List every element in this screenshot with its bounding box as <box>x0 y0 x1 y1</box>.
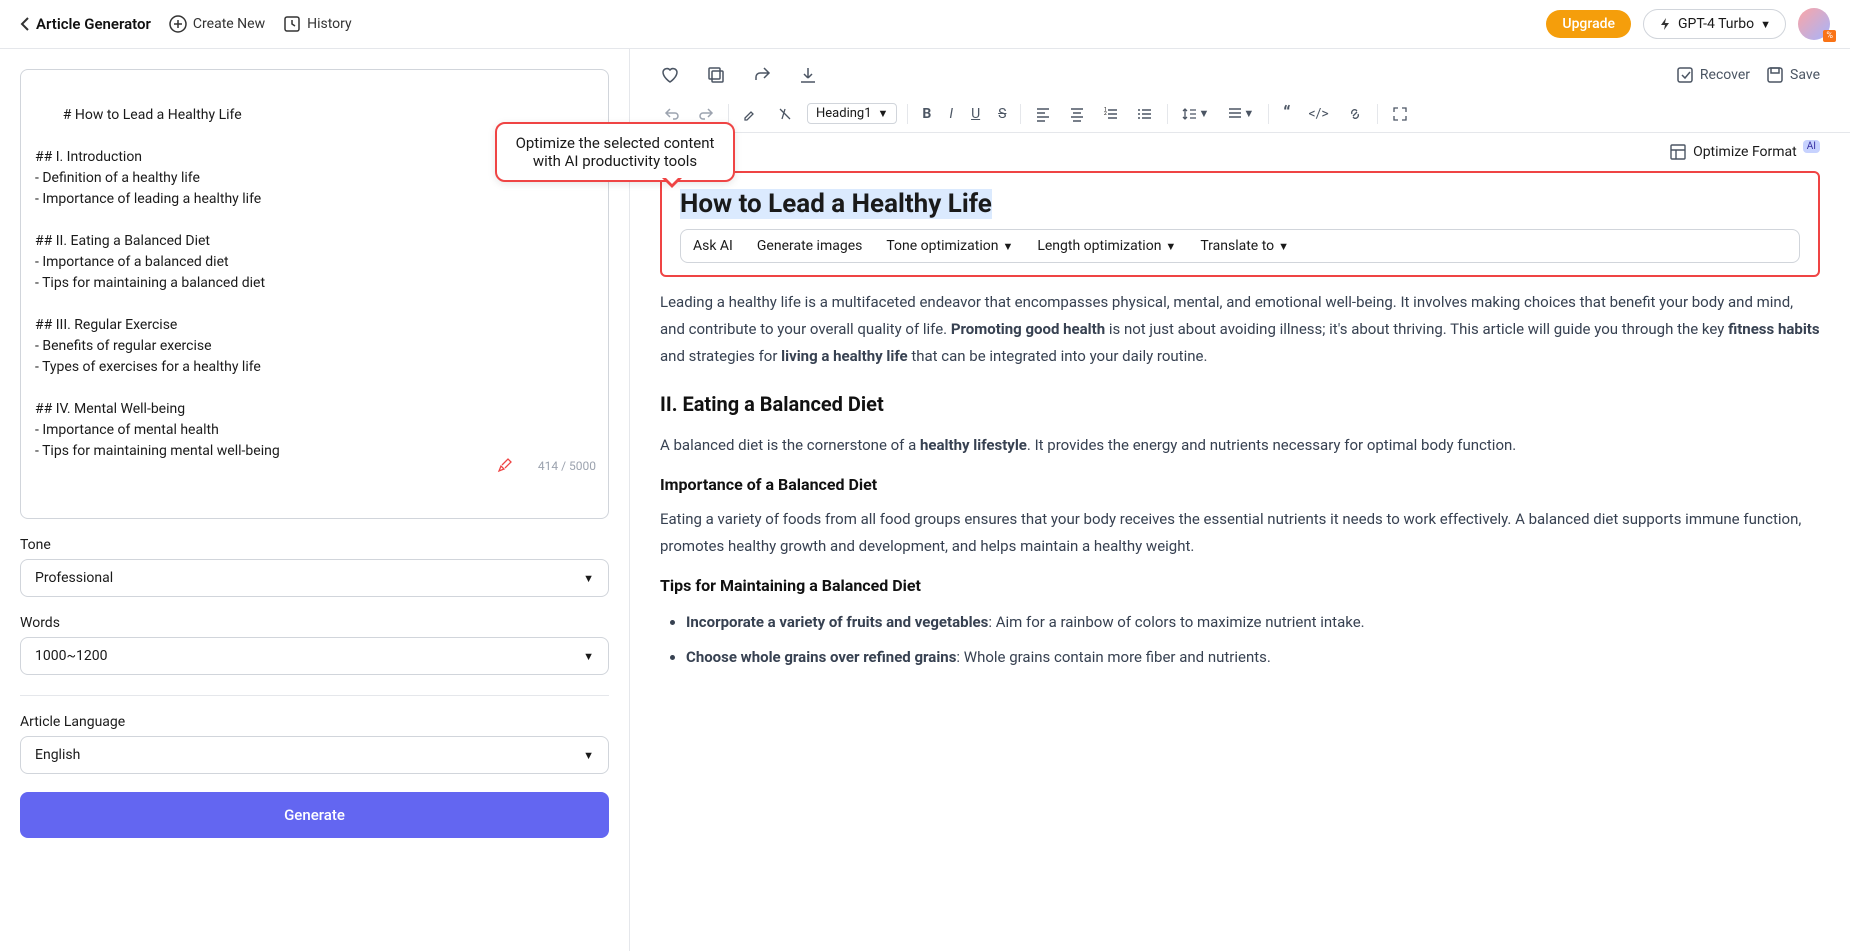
language-label: Article Language <box>20 714 609 730</box>
unordered-list-button[interactable] <box>1133 104 1157 124</box>
save-button[interactable]: Save <box>1766 66 1820 84</box>
chevron-down-icon: ▼ <box>1760 18 1771 31</box>
strike-button[interactable]: S <box>994 104 1010 124</box>
back-button[interactable]: Article Generator <box>20 15 151 33</box>
left-panel: # How to Lead a Healthy Life ## I. Intro… <box>0 49 630 951</box>
ai-badge: AI <box>1803 140 1820 153</box>
right-panel: Optimize the selected content with AI pr… <box>630 49 1850 951</box>
copy-button[interactable] <box>706 65 726 85</box>
align-button[interactable]: ▼ <box>1223 104 1258 124</box>
download-button[interactable] <box>798 65 818 85</box>
ordered-list-button[interactable]: 12 <box>1099 104 1123 124</box>
favorite-button[interactable] <box>660 65 680 85</box>
discount-badge: % <box>1823 30 1836 42</box>
align-center-button[interactable] <box>1065 104 1089 124</box>
ai-selection-box: How to Lead a Healthy Life Ask AI Genera… <box>660 171 1820 277</box>
bold-button[interactable]: B <box>918 104 935 124</box>
clear-format-button[interactable] <box>773 104 797 124</box>
share-button[interactable] <box>752 65 772 85</box>
model-selector[interactable]: GPT-4 Turbo ▼ <box>1643 9 1786 39</box>
article-content[interactable]: How to Lead a Healthy Life Ask AI Genera… <box>630 171 1850 951</box>
chevron-down-icon: ▼ <box>878 107 889 120</box>
bolt-icon <box>1658 17 1672 31</box>
length-optimization-button[interactable]: Length optimization ▼ <box>1037 238 1176 254</box>
align-left-button[interactable] <box>1031 104 1055 124</box>
copy-icon <box>706 65 726 85</box>
words-select[interactable]: 1000~1200 ▼ <box>20 637 609 675</box>
download-icon <box>798 65 818 85</box>
link-button[interactable] <box>1343 104 1367 124</box>
heart-icon <box>660 65 680 85</box>
heading-select[interactable]: Heading1 ▼ <box>807 103 897 124</box>
translate-button[interactable]: Translate to ▼ <box>1200 238 1289 254</box>
undo-button[interactable] <box>660 104 684 124</box>
section-heading: II. Eating a Balanced Diet <box>660 386 1820 422</box>
code-button[interactable]: </> <box>1305 104 1333 124</box>
share-icon <box>752 65 772 85</box>
words-label: Words <box>20 615 609 631</box>
save-icon <box>1766 66 1784 84</box>
format-paint-button[interactable] <box>739 104 763 124</box>
article-body[interactable]: Leading a healthy life is a multifaceted… <box>660 289 1820 671</box>
page-title: Article Generator <box>36 15 151 33</box>
generate-images-button[interactable]: Generate images <box>757 238 863 254</box>
char-count: 414 / 5000 <box>496 422 596 510</box>
brush-icon <box>496 422 532 510</box>
ai-toolbar: Ask AI Generate images Tone optimization… <box>680 229 1800 263</box>
upgrade-button[interactable]: Upgrade <box>1546 10 1631 38</box>
redo-button[interactable] <box>694 104 718 124</box>
tone-label: Tone <box>20 537 609 553</box>
quote-button[interactable]: “ <box>1279 101 1294 126</box>
topbar: Article Generator Create New History Upg… <box>0 0 1850 49</box>
language-select[interactable]: English ▼ <box>20 736 609 774</box>
fullscreen-button[interactable] <box>1388 104 1412 124</box>
article-title[interactable]: How to Lead a Healthy Life <box>680 189 992 219</box>
generate-button[interactable]: Generate <box>20 792 609 838</box>
sub-heading: Tips for Maintaining a Balanced Diet <box>660 572 1820 601</box>
list-item: Choose whole grains over refined grains:… <box>686 644 1820 671</box>
editor-toolbar: Heading1 ▼ B I U S 12 ▼ ▼ “ </> <box>630 95 1850 133</box>
sub-heading: Importance of a Balanced Diet <box>660 471 1820 500</box>
italic-button[interactable]: I <box>945 104 957 124</box>
callout-tooltip: Optimize the selected content with AI pr… <box>630 122 735 182</box>
line-height-button[interactable]: ▼ <box>1178 104 1213 124</box>
create-new-button[interactable]: Create New <box>169 15 265 33</box>
tone-select[interactable]: Professional ▼ <box>20 559 609 597</box>
chevron-down-icon: ▼ <box>583 572 594 585</box>
ask-ai-button[interactable]: Ask AI <box>693 238 733 254</box>
history-button[interactable]: History <box>283 15 352 33</box>
chevron-left-icon <box>20 17 30 31</box>
optimize-format-button[interactable]: Optimize Format AI <box>1669 143 1820 161</box>
layout-icon <box>1669 143 1687 161</box>
recover-button[interactable]: Recover <box>1676 66 1750 84</box>
avatar[interactable]: % <box>1798 8 1830 40</box>
chevron-down-icon: ▼ <box>583 650 594 663</box>
svg-text:2: 2 <box>1104 111 1107 117</box>
list-item: Incorporate a variety of fruits and vege… <box>686 609 1820 636</box>
plus-circle-icon <box>169 15 187 33</box>
chevron-down-icon: ▼ <box>583 749 594 762</box>
tone-optimization-button[interactable]: Tone optimization ▼ <box>886 238 1013 254</box>
history-icon <box>283 15 301 33</box>
recover-icon <box>1676 66 1694 84</box>
underline-button[interactable]: U <box>967 104 984 124</box>
